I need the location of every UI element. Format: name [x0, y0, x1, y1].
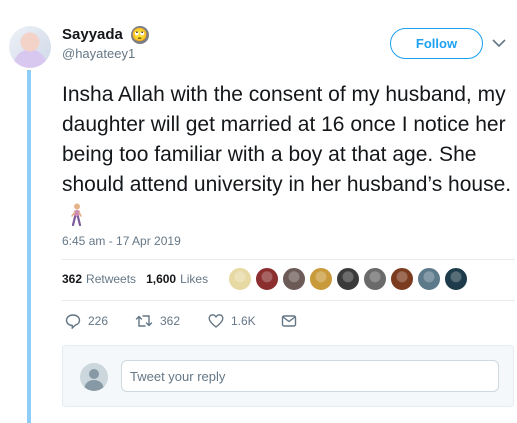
retweet-icon — [135, 315, 153, 327]
engagement-stats: 362 Retweets 1,600 Likes — [62, 272, 208, 286]
liker-avatar[interactable] — [363, 267, 387, 291]
like-button[interactable]: 1.6K — [208, 313, 256, 329]
avatar[interactable] — [9, 26, 51, 68]
timestamp[interactable]: 6:45 am - 17 Apr 2019 — [62, 234, 181, 248]
tweet-body: Insha Allah with the consent of my husba… — [62, 83, 512, 196]
likes-count[interactable]: 1,600 — [146, 272, 176, 286]
retweets-label[interactable]: Retweets — [86, 272, 136, 286]
liker-avatar[interactable] — [336, 267, 360, 291]
liker-avatars — [228, 267, 471, 291]
reply-button[interactable]: 226 — [65, 313, 108, 329]
author-handle[interactable]: @hayateey1 — [62, 46, 135, 61]
likes-label[interactable]: Likes — [180, 272, 208, 286]
direct-message-button[interactable] — [281, 313, 297, 329]
reply-icon — [65, 314, 81, 329]
liker-avatar[interactable] — [228, 267, 252, 291]
follow-button[interactable]: Follow — [390, 28, 483, 59]
heart-icon — [208, 314, 224, 328]
default-avatar-icon — [84, 369, 104, 391]
liker-avatar[interactable] — [309, 267, 333, 291]
divider — [62, 300, 515, 301]
woman-walking-icon — [71, 203, 82, 227]
user-avatar — [80, 363, 108, 391]
liker-avatar[interactable] — [444, 267, 468, 291]
retweets-count[interactable]: 362 — [62, 272, 82, 286]
reply-input[interactable] — [121, 360, 499, 392]
liker-avatar[interactable] — [255, 267, 279, 291]
reply-count: 226 — [88, 314, 109, 328]
face-with-rolling-eyes-icon: 🙄 — [131, 26, 149, 44]
thread-line — [27, 70, 31, 423]
author-name[interactable]: Sayyada — [62, 26, 123, 43]
divider — [62, 259, 515, 260]
tweet-text: Insha Allah with the consent of my husba… — [62, 80, 517, 230]
retweet-count: 362 — [160, 314, 181, 328]
envelope-icon — [281, 315, 297, 327]
liker-avatar[interactable] — [390, 267, 414, 291]
reply-composer — [62, 345, 514, 407]
like-count: 1.6K — [231, 314, 256, 328]
liker-avatar[interactable] — [417, 267, 441, 291]
retweet-button[interactable]: 362 — [135, 313, 180, 329]
chevron-down-icon[interactable] — [492, 38, 506, 48]
liker-avatar[interactable] — [282, 267, 306, 291]
